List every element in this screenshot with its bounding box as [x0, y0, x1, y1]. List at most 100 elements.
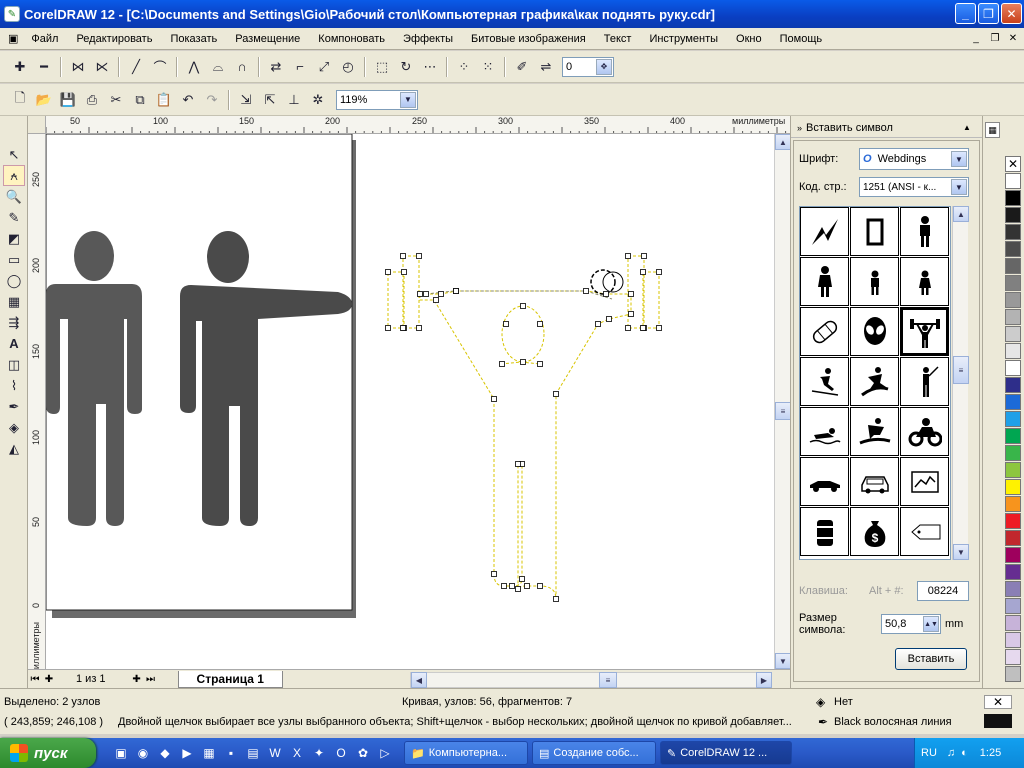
curve-smoothness-field[interactable]: 0 ✥ — [562, 56, 614, 77]
curve-node[interactable] — [606, 316, 612, 322]
curve-node[interactable] — [641, 253, 647, 259]
curve-node[interactable] — [520, 303, 526, 309]
glyph-weightlifter[interactable] — [900, 307, 949, 356]
language-indicator[interactable]: RU — [921, 747, 937, 759]
vertical-scrollbar[interactable]: ▲ ≡ ▼ — [774, 134, 791, 669]
doc-close-icon[interactable]: ✕ — [1005, 31, 1021, 46]
symmetric-node-icon[interactable]: ∩ — [231, 56, 253, 78]
color-swatch[interactable] — [1005, 411, 1021, 427]
docker-tab-icon[interactable]: ▦ — [985, 122, 1000, 138]
scroll-right-icon[interactable]: ▶ — [756, 672, 772, 688]
color-swatch[interactable] — [1005, 428, 1021, 444]
to-curve-icon[interactable]: ⌒ — [149, 56, 171, 78]
opera-icon[interactable]: O — [332, 744, 350, 762]
add-page-after-icon[interactable]: ✚ — [130, 674, 144, 685]
elastic-mode-icon[interactable]: ⁙ — [477, 56, 499, 78]
redo-icon[interactable]: ↷ — [201, 89, 223, 111]
docker-menu-icon[interactable]: ▲ — [963, 123, 971, 132]
outline-tool-icon[interactable]: ✒ — [3, 396, 25, 417]
maximize-button[interactable]: ❐ — [978, 3, 999, 24]
glyph-woman[interactable] — [800, 257, 849, 306]
glyph-barrel[interactable] — [800, 507, 849, 556]
ruler-corner[interactable] — [28, 116, 46, 134]
glyph-golfer[interactable] — [900, 357, 949, 406]
menu-help[interactable]: Помощь — [771, 33, 832, 45]
color-swatch[interactable] — [1005, 173, 1021, 189]
vertical-ruler[interactable]: 250 200 150 100 50 0 миллиметры — [28, 134, 46, 669]
curve-node[interactable] — [491, 571, 497, 577]
curve-node[interactable] — [433, 297, 439, 303]
network-icon[interactable]: ✦ — [310, 744, 328, 762]
curve-node[interactable] — [515, 586, 521, 592]
curve-node[interactable] — [438, 291, 444, 297]
color-swatch[interactable] — [1005, 258, 1021, 274]
color-swatch[interactable] — [1005, 309, 1021, 325]
curve-node[interactable] — [520, 359, 526, 365]
ellipse-tool-icon[interactable]: ◯ — [3, 270, 25, 291]
basic-shapes-tool-icon[interactable]: ⇶ — [3, 312, 25, 333]
curve-node[interactable] — [625, 325, 631, 331]
media-player-icon[interactable]: ▶ — [178, 744, 196, 762]
glyph-skier[interactable] — [800, 357, 849, 406]
menu-bitmaps[interactable]: Битовые изображения — [462, 33, 595, 45]
menu-text[interactable]: Текст — [595, 33, 641, 45]
delete-node-icon[interactable]: ━ — [33, 56, 55, 78]
curve-node[interactable] — [656, 269, 662, 275]
glyph-money-bag[interactable]: $ — [850, 507, 899, 556]
excel-icon[interactable]: X — [288, 744, 306, 762]
cut-icon[interactable]: ✂ — [105, 89, 127, 111]
glyph-price-tag[interactable] — [900, 507, 949, 556]
glyph-bandage[interactable] — [800, 307, 849, 356]
color-swatch[interactable] — [1005, 462, 1021, 478]
menu-window[interactable]: Окно — [727, 33, 771, 45]
curve-node[interactable] — [640, 269, 646, 275]
color-swatch[interactable] — [1005, 632, 1021, 648]
new-document-icon[interactable]: 🗋 — [9, 89, 31, 111]
doc-restore-icon[interactable]: ❐ — [987, 31, 1003, 46]
word-icon[interactable]: W — [266, 744, 284, 762]
color-swatch[interactable] — [1005, 241, 1021, 257]
glyph-car[interactable] — [850, 457, 899, 506]
glyph-swimmer[interactable] — [800, 407, 849, 456]
curve-node[interactable] — [416, 325, 422, 331]
corel-online-icon[interactable]: ✲ — [307, 89, 329, 111]
import-icon[interactable]: ⇲ — [235, 89, 257, 111]
auto-close-icon[interactable]: ◴ — [337, 56, 359, 78]
copy-icon[interactable]: ⧉ — [129, 89, 151, 111]
color-swatch[interactable] — [1005, 513, 1021, 529]
curve-node[interactable] — [509, 583, 515, 589]
hscroll-thumb[interactable]: ≡ — [599, 672, 617, 688]
no-color-swatch[interactable]: ✕ — [1005, 156, 1021, 172]
menu-tools[interactable]: Инструменты — [640, 33, 727, 45]
glyph-surfer[interactable] — [850, 407, 899, 456]
interactive-blend-tool-icon[interactable]: ◫ — [3, 354, 25, 375]
color-swatch[interactable] — [1005, 666, 1021, 682]
scroll-down-icon[interactable]: ▼ — [953, 544, 969, 560]
cusp-node-icon[interactable]: ⋀ — [183, 56, 205, 78]
archive-icon[interactable]: ▤ — [244, 744, 262, 762]
curve-node[interactable] — [400, 253, 406, 259]
symbol-size-field[interactable]: 50,8 ▲▼ — [881, 614, 941, 634]
freehand-tool-icon[interactable]: ✎ — [3, 207, 25, 228]
smooth-node-icon[interactable]: ⌓ — [207, 56, 229, 78]
chevron-down-icon[interactable]: ▼ — [400, 91, 416, 108]
color-swatch[interactable] — [1005, 190, 1021, 206]
color-swatch[interactable] — [1005, 496, 1021, 512]
curve-node[interactable] — [628, 291, 634, 297]
scroll-thumb[interactable]: ≡ — [775, 402, 791, 420]
curve-node[interactable] — [515, 461, 521, 467]
menu-edit[interactable]: Редактировать — [67, 33, 161, 45]
tray-app-icon[interactable]: ◐ — [961, 747, 968, 759]
curve-node[interactable] — [656, 325, 662, 331]
firefox-icon[interactable]: ◉ — [134, 744, 152, 762]
horizontal-scrollbar[interactable]: ◀ ≡ ▶ — [410, 672, 772, 688]
curve-node[interactable] — [501, 583, 507, 589]
color-swatch[interactable] — [1005, 360, 1021, 376]
graph-paper-tool-icon[interactable]: ▦ — [3, 291, 25, 312]
color-swatch[interactable] — [1005, 343, 1021, 359]
extend-curve-icon[interactable]: ⌐ — [289, 56, 311, 78]
shape-tool-icon[interactable]: ⍲ — [3, 165, 25, 186]
save-icon[interactable]: 💾 — [57, 89, 79, 111]
print-icon[interactable]: ⎙ — [81, 89, 103, 111]
task-coreldraw[interactable]: ✎ CorelDRAW 12 ... — [660, 741, 792, 765]
